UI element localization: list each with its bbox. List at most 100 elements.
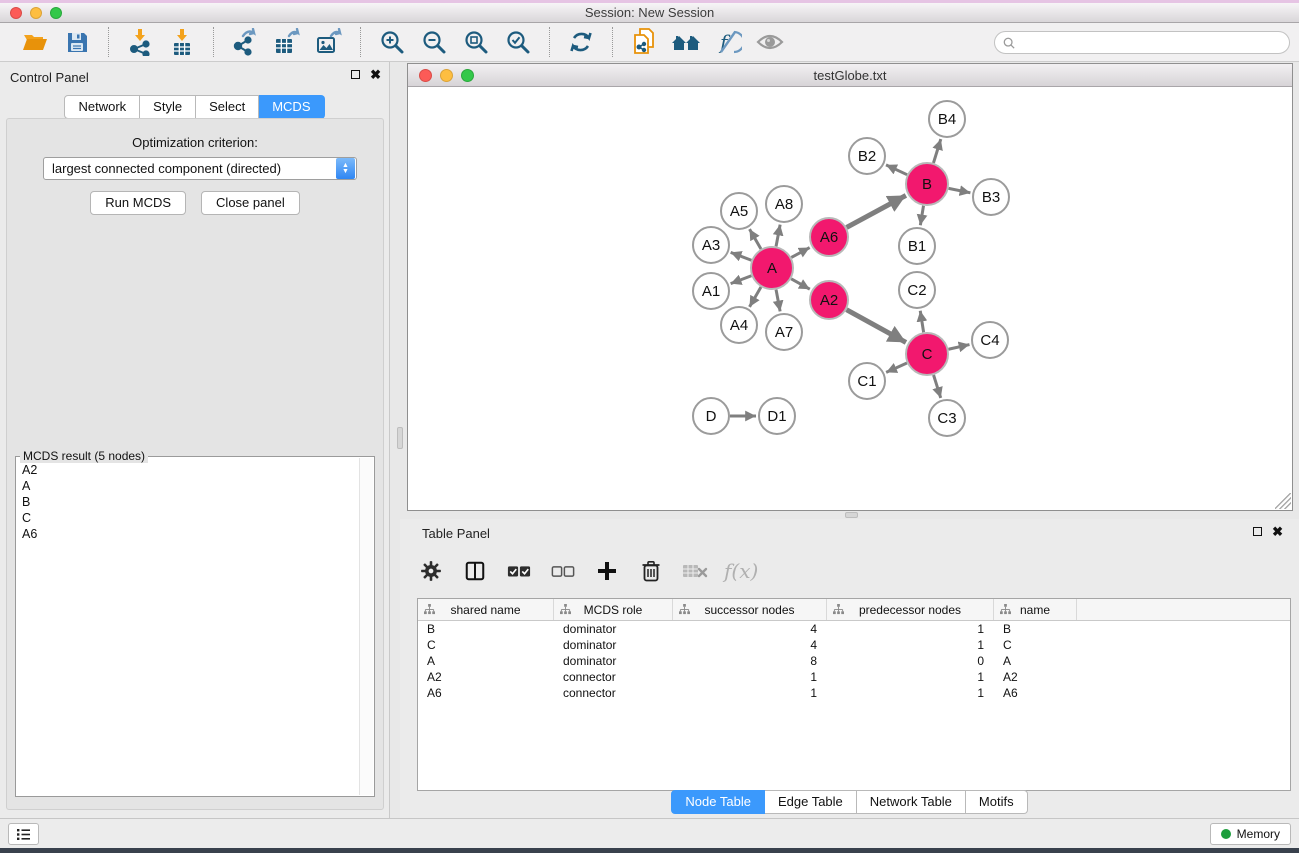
column-header-predecessor-nodes[interactable]: predecessor nodes (827, 599, 994, 620)
float-table-panel-icon[interactable] (1253, 527, 1262, 536)
node-A1[interactable]: A1 (693, 273, 729, 309)
table-tab-edge-table[interactable]: Edge Table (765, 790, 857, 814)
import-network-button[interactable] (119, 26, 161, 58)
node-A4[interactable]: A4 (721, 307, 757, 343)
home-button[interactable] (665, 26, 707, 58)
control-tab-select[interactable]: Select (196, 95, 259, 119)
node-D[interactable]: D (693, 398, 729, 434)
import-table-button[interactable] (161, 26, 203, 58)
edge-B-B3[interactable] (949, 188, 971, 192)
save-session-button[interactable] (56, 26, 98, 58)
run-mcds-button[interactable]: Run MCDS (90, 191, 186, 215)
edge-B-B2[interactable] (886, 165, 907, 175)
node-A[interactable]: A (751, 247, 793, 289)
table-row[interactable]: A6connector11A6 (418, 685, 1290, 701)
network-graph[interactable]: B4B2BB3A8A5A6A3B1AC2A1A2A4A7C4CC1DD1C3 (408, 87, 1292, 510)
delete-row-button[interactable] (636, 555, 666, 587)
export-image-button[interactable] (308, 26, 350, 58)
refresh-button[interactable] (560, 26, 602, 58)
node-C3[interactable]: C3 (929, 400, 965, 436)
node-A2[interactable]: A2 (810, 281, 848, 319)
node-C[interactable]: C (906, 333, 948, 375)
node-C1[interactable]: C1 (849, 363, 885, 399)
add-row-button[interactable] (592, 555, 622, 587)
mcds-result-scrollbar[interactable] (359, 458, 373, 795)
edge-A-A3[interactable] (731, 252, 752, 260)
mcds-result-item[interactable]: A (22, 478, 359, 494)
node-C4[interactable]: C4 (972, 322, 1008, 358)
column-header-name[interactable]: name (994, 599, 1077, 620)
edge-A2-C[interactable] (847, 310, 906, 343)
table-tab-motifs[interactable]: Motifs (966, 790, 1028, 814)
node-B[interactable]: B (906, 163, 948, 205)
control-tab-mcds[interactable]: MCDS (259, 95, 324, 119)
export-network-button[interactable] (224, 26, 266, 58)
vertical-split-grip[interactable] (397, 427, 403, 449)
node-A8[interactable]: A8 (766, 186, 802, 222)
edge-A-A8[interactable] (776, 225, 780, 247)
node-D1[interactable]: D1 (759, 398, 795, 434)
task-history-button[interactable] (8, 823, 39, 845)
edge-B-B4[interactable] (933, 139, 940, 163)
close-table-panel-icon[interactable]: ✖ (1272, 527, 1283, 536)
open-session-button[interactable] (14, 26, 56, 58)
clone-network-button[interactable] (623, 26, 665, 58)
network-window-titlebar[interactable]: testGlobe.txt (408, 64, 1292, 87)
node-B2[interactable]: B2 (849, 138, 885, 174)
mcds-result-item[interactable]: A2 (22, 462, 359, 478)
node-B1[interactable]: B1 (899, 228, 935, 264)
memory-button[interactable]: Memory (1210, 823, 1291, 845)
edge-C-C3[interactable] (934, 375, 941, 398)
control-tab-style[interactable]: Style (140, 95, 196, 119)
node-C2[interactable]: C2 (899, 272, 935, 308)
table-tab-network-table[interactable]: Network Table (857, 790, 966, 814)
edge-A-A6[interactable] (791, 248, 809, 258)
control-tab-network[interactable]: Network (64, 95, 140, 119)
zoom-in-button[interactable] (371, 26, 413, 58)
column-header-MCDS-role[interactable]: MCDS role (554, 599, 673, 620)
edge-A-A5[interactable] (750, 229, 761, 249)
edge-C-C2[interactable] (920, 311, 923, 333)
table-row[interactable]: A2connector11A2 (418, 669, 1290, 685)
node-table[interactable]: shared nameMCDS rolesuccessor nodesprede… (417, 598, 1291, 791)
edge-C-C4[interactable] (948, 345, 969, 350)
mcds-result-item[interactable]: B (22, 494, 359, 510)
table-settings-button[interactable] (416, 555, 446, 587)
export-table-button[interactable] (266, 26, 308, 58)
session-titlebar[interactable]: Session: New Session (0, 3, 1299, 23)
node-B4[interactable]: B4 (929, 101, 965, 137)
node-A3[interactable]: A3 (693, 227, 729, 263)
node-A6[interactable]: A6 (810, 218, 848, 256)
float-panel-icon[interactable] (351, 70, 360, 79)
unselect-all-button[interactable] (548, 555, 578, 587)
zoom-selected-button[interactable] (497, 26, 539, 58)
column-header-shared-name[interactable]: shared name (418, 599, 554, 620)
edge-B-B1[interactable] (920, 206, 923, 226)
table-row[interactable]: Cdominator41C (418, 637, 1290, 653)
edge-A-A1[interactable] (731, 276, 752, 284)
mcds-result-item[interactable]: C (22, 510, 359, 526)
edge-A-A7[interactable] (776, 290, 780, 312)
edge-A6-B[interactable] (847, 195, 906, 227)
search-field[interactable] (994, 31, 1290, 54)
show-hide-panel-button[interactable] (749, 26, 791, 58)
mcds-result-item[interactable]: A6 (22, 526, 359, 542)
node-A5[interactable]: A5 (721, 193, 757, 229)
node-A7[interactable]: A7 (766, 314, 802, 350)
optimization-criterion-select[interactable]: largest connected component (directed) ▲… (43, 157, 357, 180)
network-canvas[interactable]: B4B2BB3A8A5A6A3B1AC2A1A2A4A7C4CC1DD1C3 (408, 87, 1292, 510)
delete-table-button[interactable] (680, 555, 710, 587)
edge-C-C1[interactable] (886, 363, 907, 372)
show-columns-button[interactable] (460, 555, 490, 587)
search-input[interactable] (1020, 36, 1289, 50)
column-header-successor-nodes[interactable]: successor nodes (673, 599, 827, 620)
edge-A-A2[interactable] (791, 279, 810, 289)
table-row[interactable]: Adominator80A (418, 653, 1290, 669)
horizontal-split-grip[interactable] (845, 512, 858, 518)
close-panel-icon[interactable]: ✖ (370, 70, 381, 79)
zoom-out-button[interactable] (413, 26, 455, 58)
window-resize-grip[interactable] (1275, 493, 1291, 509)
select-all-button[interactable] (504, 555, 534, 587)
table-row[interactable]: Bdominator41B (418, 621, 1290, 637)
zoom-fit-button[interactable] (455, 26, 497, 58)
